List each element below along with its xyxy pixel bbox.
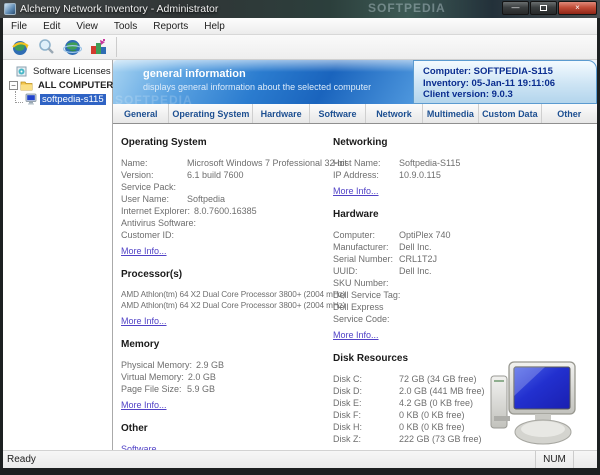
processor-line: AMD Athlon(tm) 64 X2 Dual Core Processor… [121, 301, 346, 310]
memory-row: Page File Size: 5.9 GB [121, 384, 216, 394]
reports-icon[interactable] [86, 36, 110, 58]
section-processors: Processor(s) AMD Athlon(tm) 64 X2 Dual C… [121, 269, 346, 329]
banner-watermark: SOFTPEDIA [115, 93, 193, 104]
hardware-row: Dell Express Service Code: [333, 302, 390, 324]
memory-row: Physical Memory: 2.9 GB [121, 360, 225, 370]
hardware-row: SKU Number: [333, 278, 389, 288]
maximize-button[interactable] [530, 1, 557, 15]
menu-help[interactable]: Help [196, 18, 233, 34]
os-row: Customer ID: [121, 230, 175, 240]
tab-other[interactable]: Other [542, 104, 597, 123]
banner-subtitle: displays general information about the s… [143, 82, 372, 92]
status-text: Ready [7, 454, 36, 465]
os-row: Internet Explorer: 8.0.7600.16385 [121, 206, 257, 216]
hardware-row: Computer: OptiPlex 740 [333, 230, 451, 240]
networking-row: Host Name: Softpedia-S115 [333, 158, 461, 168]
section-title: Operating System [121, 137, 207, 148]
search-icon[interactable] [34, 36, 58, 58]
tab-operating-system[interactable]: Operating System [169, 104, 254, 123]
tree-item-label: ALL COMPUTERS [38, 79, 120, 91]
tab-hardware[interactable]: Hardware [253, 104, 310, 123]
hardware-row: UUID: Dell Inc. [333, 266, 432, 276]
info-client-version: Client version: 9.0.3 [423, 89, 513, 100]
hardware-row: Manufacturer: Dell Inc. [333, 242, 432, 252]
computer-info-box: Computer: SOFTPEDIA-S115 Inventory: 05-J… [413, 60, 597, 104]
tab-custom-data[interactable]: Custom Data [479, 104, 542, 123]
general-info-page: Operating System Name: Microsoft Windows … [113, 124, 597, 450]
os-more-info-link[interactable]: More Info... [121, 245, 167, 257]
computer-tree: Software Licenses − ALL COMPUTERS softpe… [3, 60, 120, 450]
hardware-row: Dell Service Tag: [333, 290, 401, 300]
menu-edit[interactable]: Edit [35, 18, 68, 34]
num-lock-indicator: NUM [535, 451, 573, 468]
section-title: Processor(s) [121, 269, 183, 280]
processor-line: AMD Athlon(tm) 64 X2 Dual Core Processor… [121, 290, 346, 299]
page-header: general information displays general inf… [113, 60, 597, 104]
networking-row: IP Address: 10.9.0.115 [333, 170, 441, 180]
window-title: Alchemy Network Inventory - Administrato… [20, 3, 219, 15]
os-row: Version: 6.1 build 7600 [121, 170, 244, 180]
app-window: Alchemy Network Inventory - Administrato… [0, 0, 600, 475]
section-title: Memory [121, 339, 160, 350]
tree-connector [15, 90, 23, 103]
title-bar[interactable]: Alchemy Network Inventory - Administrato… [0, 0, 600, 18]
close-button[interactable]: × [558, 1, 597, 15]
toolbar [3, 35, 597, 60]
info-computer: Computer: SOFTPEDIA-S115 [423, 66, 553, 77]
banner-title: general information [143, 68, 246, 80]
tree-item-softpedia-s115[interactable]: softpedia-s115 [3, 90, 112, 106]
os-row: Name: Microsoft Windows 7 Professional 32… [121, 158, 348, 168]
os-row: Antivirus Software: [121, 218, 197, 228]
resize-grip[interactable] [573, 451, 597, 468]
networking-more-info-link[interactable]: More Info... [333, 185, 379, 197]
license-icon [15, 65, 28, 77]
menu-file[interactable]: File [3, 18, 35, 34]
menu-view[interactable]: View [68, 18, 106, 34]
info-inventory: Inventory: 05-Jan-11 19:11:06 [423, 77, 556, 89]
software-link[interactable]: Software [121, 443, 333, 450]
section-title: Other [121, 423, 148, 434]
app-icon [4, 3, 16, 15]
disks-more-info-link[interactable]: More Info... [333, 449, 379, 450]
toolbar-separator [116, 37, 117, 57]
section-networking: Networking Host Name: Softpedia-S115 IP A… [333, 137, 591, 199]
menu-tools[interactable]: Tools [106, 18, 145, 34]
computer-illustration-icon [485, 358, 591, 448]
section-title: Hardware [333, 209, 379, 220]
tree-item-label: Software Licenses [33, 65, 111, 77]
tab-multimedia[interactable]: Multimedia [423, 104, 480, 123]
memory-more-info-link[interactable]: More Info... [121, 399, 167, 411]
section-hardware: Hardware Computer: OptiPlex 740 Manufactu… [333, 209, 591, 343]
section-other: Other Software Hardware Details Devices,… [121, 423, 333, 450]
collapse-icon[interactable]: − [9, 80, 18, 90]
menu-bar: File Edit View Tools Reports Help [3, 18, 597, 35]
minimize-button[interactable]: — [502, 1, 529, 15]
tab-software[interactable]: Software [310, 104, 367, 123]
section-memory: Memory Physical Memory: 2.9 GB Virtual Me… [121, 339, 333, 413]
maximize-icon [540, 5, 547, 11]
os-row: User Name: Softpedia [121, 194, 226, 204]
status-bar: Ready NUM [3, 450, 597, 468]
banner: general information displays general inf… [113, 60, 413, 104]
folder-icon [20, 79, 33, 91]
menu-reports[interactable]: Reports [145, 18, 196, 34]
section-title: Networking [333, 137, 388, 148]
softpedia-watermark: SOFTPEDIA [368, 1, 446, 15]
hardware-row: Serial Number: CRL1T2J [333, 254, 438, 264]
hardware-more-info-link[interactable]: More Info... [333, 329, 379, 341]
tab-network[interactable]: Network [366, 104, 423, 123]
tree-item-software-licenses[interactable]: Software Licenses [3, 64, 112, 78]
processors-more-info-link[interactable]: More Info... [121, 315, 167, 327]
computer-icon [24, 93, 37, 105]
tab-general[interactable]: General [113, 104, 170, 123]
memory-row: Virtual Memory: 2.0 GB [121, 372, 216, 382]
section-operating-system: Operating System Name: Microsoft Windows … [121, 137, 348, 259]
internet-icon[interactable] [60, 36, 84, 58]
os-row: Service Pack: [121, 182, 177, 192]
network-scan-icon[interactable] [8, 36, 32, 58]
tab-bar: General Operating System Hardware Softwa… [113, 104, 597, 124]
tree-item-label: softpedia-s115 [40, 93, 106, 105]
